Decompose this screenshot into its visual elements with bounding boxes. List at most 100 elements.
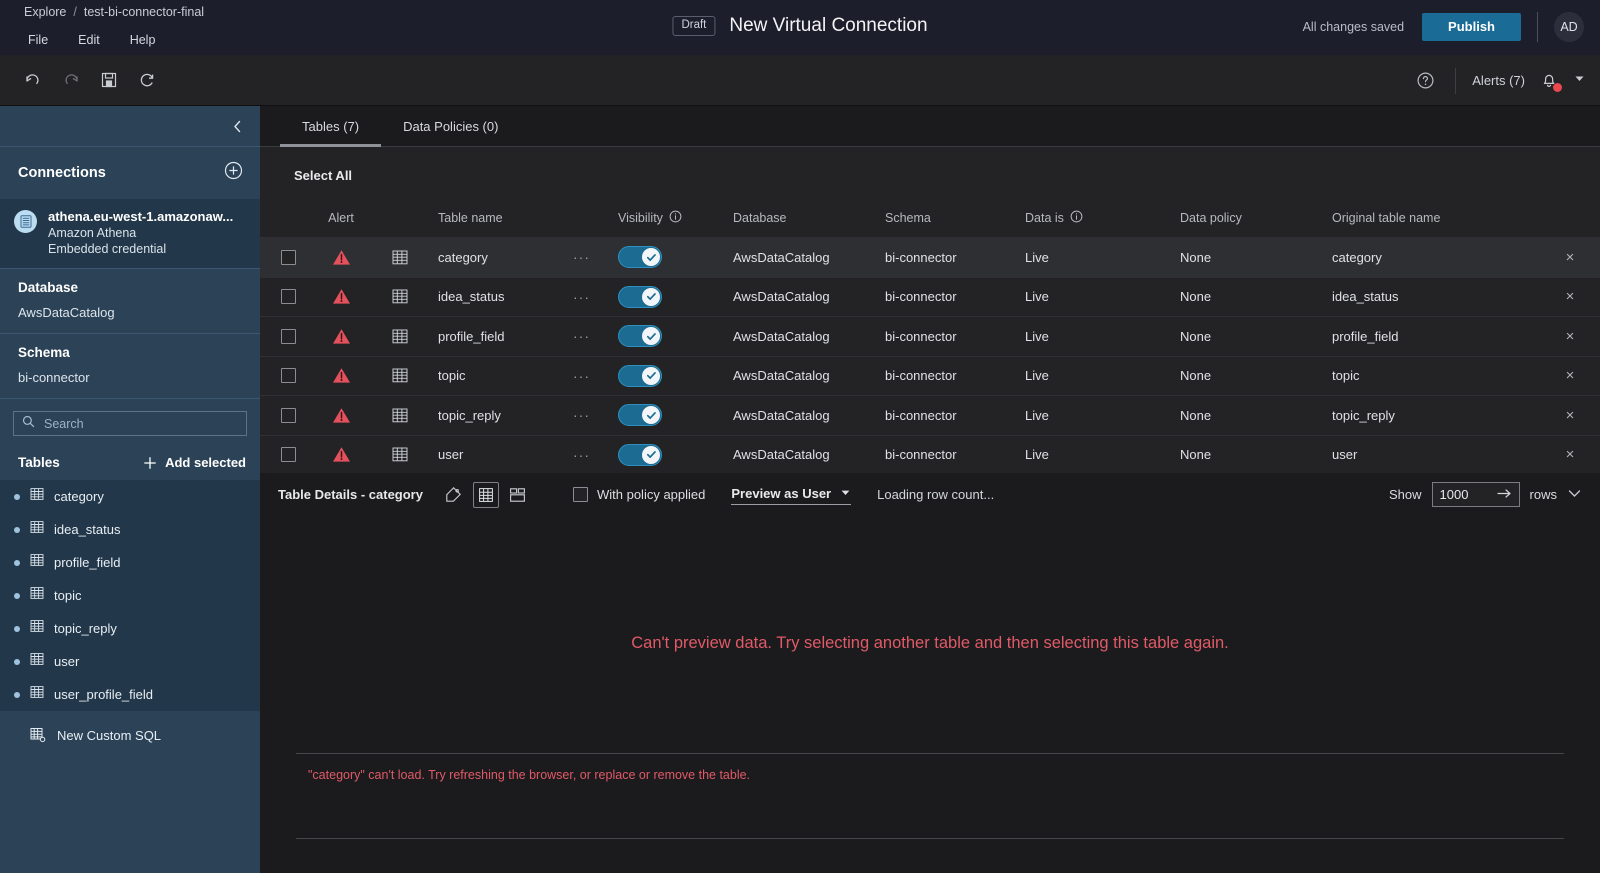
alert-icon[interactable] [310,328,372,345]
add-connection-icon[interactable] [224,161,243,185]
visibility-toggle[interactable] [618,325,662,348]
sidebar-table-item[interactable]: profile_field [0,546,260,579]
card-view-icon[interactable] [505,482,531,508]
header-data-is: Data is [1025,210,1180,226]
row-more-options-button[interactable]: ··· [573,407,618,423]
avatar[interactable]: AD [1554,12,1584,42]
breadcrumb-root[interactable]: Explore [24,5,66,19]
notification-dot [1553,82,1562,92]
add-selected-label: Add selected [165,455,246,470]
rows-input-wrapper[interactable] [1431,482,1520,507]
divider [296,753,1564,754]
alerts-label[interactable]: Alerts (7) [1472,73,1525,88]
sidebar-table-item[interactable]: topic [0,579,260,612]
alert-icon[interactable] [310,446,372,463]
connection-item[interactable]: athena.eu-west-1.amazonaw... Amazon Athe… [0,199,260,268]
refresh-button[interactable] [132,65,162,95]
search-box[interactable] [13,411,247,436]
breadcrumb-current[interactable]: test-bi-connector-final [84,5,204,19]
row-remove-button[interactable]: × [1540,446,1600,463]
alert-icon[interactable] [310,288,372,305]
status-dot [14,691,20,698]
alert-icon[interactable] [310,407,372,424]
sidebar-table-label: category [54,489,104,504]
menu-item-help[interactable]: Help [130,33,156,47]
alert-icon[interactable] [310,367,372,384]
table-row[interactable]: topic ··· AwsDataCatalog bi-connector Live No… [260,355,1600,396]
row-more-options-button[interactable]: ··· [573,249,618,265]
save-button[interactable] [94,65,124,95]
row-original-table-name: topic_reply [1332,407,1395,423]
row-checkbox[interactable] [280,407,296,423]
sidebar-table-label: profile_field [54,555,121,570]
menu-item-file[interactable]: File [28,33,48,47]
row-more-options-button[interactable]: ··· [573,289,618,305]
tab-tables[interactable]: Tables (7) [280,106,382,147]
row-more-options-button[interactable]: ··· [573,447,618,463]
rows-input[interactable] [1439,487,1488,502]
row-checkbox[interactable] [280,368,296,384]
row-checkbox[interactable] [280,447,296,463]
row-table-name: idea_status [438,289,505,305]
breadcrumb: Explore / test-bi-connector-final [24,5,204,19]
row-remove-button[interactable]: × [1540,328,1600,345]
apply-rows-icon[interactable] [1496,486,1512,504]
row-schema: bi-connector [885,249,957,265]
tab-data-policies[interactable]: Data Policies (0) [381,106,520,146]
schema-value[interactable]: bi-connector [18,370,242,385]
info-icon[interactable] [1070,210,1083,226]
table-load-error-message: "category" can't load. Try refreshing th… [308,768,751,782]
grid-view-icon[interactable] [472,481,499,508]
row-table-name: user [438,447,464,463]
toolbar-right: Alerts (7) [1411,55,1586,106]
row-more-options-button[interactable]: ··· [573,328,618,344]
row-checkbox[interactable] [280,249,296,265]
table-row[interactable]: topic_reply ··· AwsDataCatalog bi-connector… [260,395,1600,435]
row-remove-button[interactable]: × [1540,288,1600,305]
visibility-toggle[interactable] [618,246,662,269]
undo-button[interactable] [18,65,48,95]
notifications-bell-button[interactable] [1539,70,1562,92]
chevron-down-icon[interactable] [1573,72,1586,90]
row-visibility-cell [618,404,733,427]
help-icon[interactable] [1411,67,1439,95]
row-more-options-button[interactable]: ··· [573,368,618,384]
policy-checkbox-box[interactable] [572,487,588,502]
row-checkbox[interactable] [280,328,296,344]
sidebar-table-item[interactable]: idea_status [0,513,260,546]
sidebar-search-section [0,398,260,442]
menu-item-edit[interactable]: Edit [78,33,100,47]
visibility-toggle[interactable] [618,404,662,427]
sidebar-table-item[interactable]: user [0,645,260,678]
row-original-table-name: profile_field [1332,328,1399,344]
row-remove-button[interactable]: × [1540,367,1600,384]
info-icon[interactable] [669,210,682,226]
select-all-label[interactable]: Select All [260,147,1600,183]
preview-as-user-dropdown[interactable]: Preview as User [731,485,852,505]
tag-icon[interactable] [441,482,467,508]
table-row[interactable]: profile_field ··· AwsDataCatalog bi-connect… [260,316,1600,356]
table-row[interactable]: idea_status ··· AwsDataCatalog bi-connector… [260,276,1600,317]
collapse-panel-chevron-icon[interactable] [1567,486,1582,504]
row-remove-button[interactable]: × [1540,249,1600,266]
row-checkbox[interactable] [280,289,296,305]
with-policy-applied-checkbox[interactable]: With policy applied [572,487,705,502]
visibility-toggle[interactable] [618,443,662,466]
visibility-toggle[interactable] [618,285,662,308]
sidebar-collapse-button[interactable] [0,106,260,147]
visibility-toggle[interactable] [618,364,662,387]
search-input[interactable] [44,416,238,431]
database-value[interactable]: AwsDataCatalog [18,305,242,320]
sidebar-table-item[interactable]: category [0,480,260,513]
publish-button[interactable]: Publish [1422,13,1521,41]
table-row[interactable]: user ··· AwsDataCatalog bi-connector Live Non… [260,434,1600,474]
row-remove-button[interactable]: × [1540,407,1600,424]
table-row[interactable]: category ··· AwsDataCatalog bi-connector Liv… [260,237,1600,277]
sidebar-table-item[interactable]: topic_reply [0,612,260,645]
alert-icon[interactable] [310,249,372,266]
new-custom-sql-button[interactable]: New Custom SQL [0,711,260,743]
table-rows-container: category ··· AwsDataCatalog bi-connector Liv… [260,237,1600,473]
redo-button[interactable] [56,65,86,95]
add-selected-button[interactable]: Add selected [143,455,246,470]
sidebar-table-item[interactable]: user_profile_field [0,678,260,711]
